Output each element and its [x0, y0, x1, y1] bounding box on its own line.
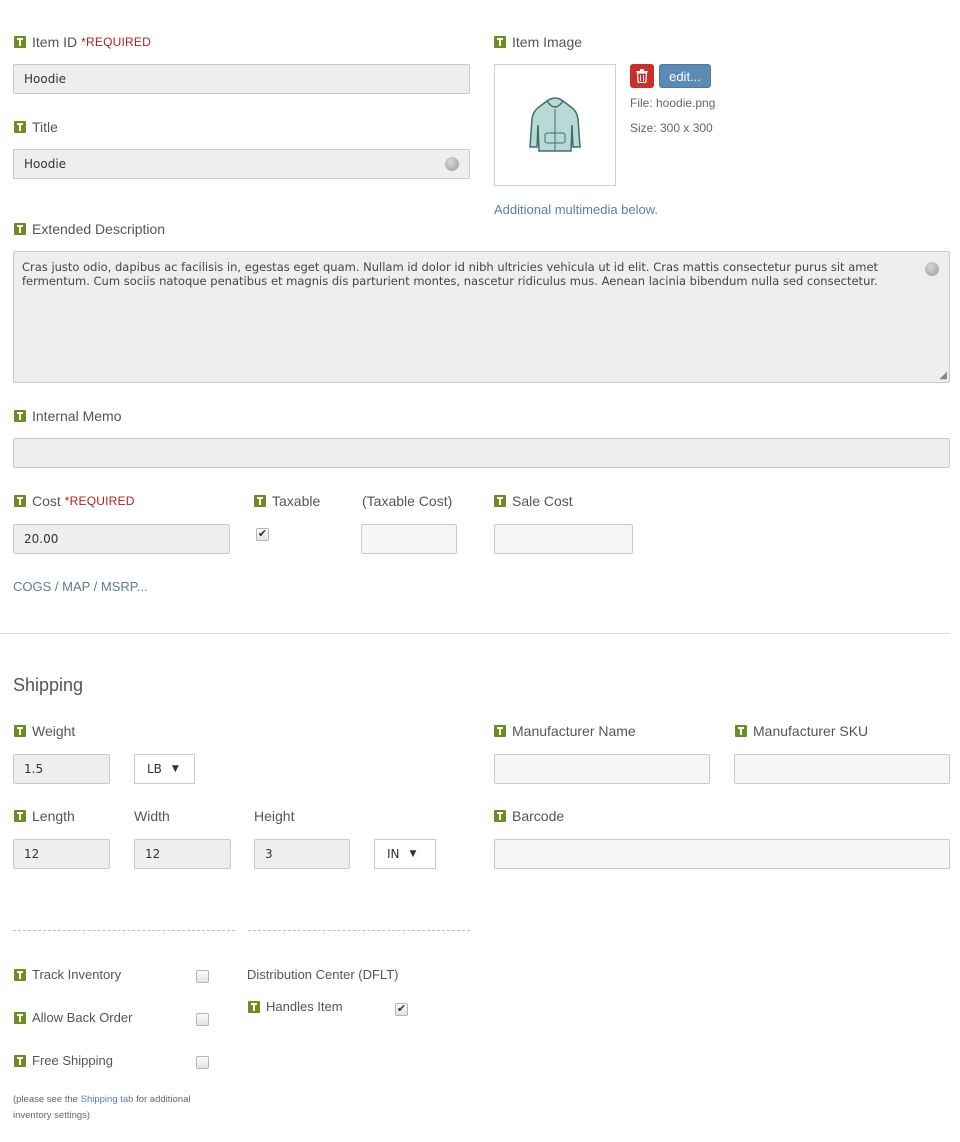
weight-unit-select[interactable]: LB ▼: [134, 754, 195, 784]
info-icon[interactable]: [14, 36, 26, 48]
internal-memo-label: Internal Memo: [14, 408, 121, 424]
length-input[interactable]: 12: [13, 839, 110, 869]
info-icon[interactable]: [494, 725, 506, 737]
info-icon[interactable]: [248, 1000, 260, 1013]
cost-label: Cost *REQUIRED: [14, 493, 135, 509]
image-file-name: File: hoodie.png: [630, 96, 716, 110]
image-size: Size: 300 x 300: [630, 121, 713, 135]
handles-item-checkbox[interactable]: ✔: [395, 1003, 408, 1016]
manufacturer-sku-input[interactable]: [734, 754, 950, 784]
taxable-cost-label: (Taxable Cost): [362, 493, 453, 509]
resize-handle-icon[interactable]: ◢: [939, 370, 947, 381]
sale-cost-input[interactable]: [494, 524, 633, 554]
length-label: Length: [14, 808, 75, 824]
section-divider: [0, 633, 950, 634]
cost-input[interactable]: 20.00: [13, 524, 230, 554]
translate-globe-icon[interactable]: [445, 157, 459, 171]
translate-globe-icon[interactable]: [925, 262, 939, 276]
taxable-cost-input[interactable]: [361, 524, 457, 554]
item-id-input[interactable]: Hoodie: [13, 64, 470, 94]
barcode-input[interactable]: [494, 839, 950, 869]
title-label: Title: [14, 119, 58, 135]
cogs-map-msrp-link[interactable]: COGS / MAP / MSRP...: [13, 579, 148, 594]
manufacturer-name-input[interactable]: [494, 754, 710, 784]
info-icon[interactable]: [735, 725, 747, 737]
info-icon[interactable]: [14, 495, 26, 507]
dropdown-arrow-icon: ▼: [171, 764, 179, 774]
extended-description-textarea[interactable]: Cras justo odio, dapibus ac facilisis in…: [13, 251, 950, 383]
manufacturer-name-label: Manufacturer Name: [494, 723, 636, 739]
internal-memo-input[interactable]: [13, 438, 950, 468]
info-icon[interactable]: [494, 810, 506, 822]
info-icon[interactable]: [14, 121, 26, 133]
free-shipping-label: Free Shipping: [14, 1053, 113, 1068]
sale-cost-label: Sale Cost: [494, 493, 573, 509]
required-marker: *REQUIRED: [64, 494, 135, 508]
handles-item-label: Handles Item: [248, 999, 343, 1014]
height-label: Height: [254, 808, 295, 824]
dashed-divider: [13, 930, 235, 931]
weight-label: Weight: [14, 723, 75, 739]
dropdown-arrow-icon: ▼: [409, 849, 417, 859]
inventory-settings-note: (please see the Shipping tab for additio…: [13, 1094, 191, 1121]
distribution-center-label: Distribution Center (DFLT): [247, 967, 399, 982]
track-inventory-label: Track Inventory: [14, 967, 121, 982]
info-icon[interactable]: [254, 495, 266, 507]
width-label: Width: [134, 808, 170, 824]
dashed-divider: [248, 930, 470, 931]
allow-back-order-checkbox[interactable]: [196, 1013, 209, 1026]
info-icon[interactable]: [14, 968, 26, 981]
free-shipping-checkbox[interactable]: [196, 1056, 209, 1069]
height-input[interactable]: 3: [254, 839, 350, 869]
taxable-label: Taxable: [254, 493, 320, 509]
additional-multimedia-link[interactable]: Additional multimedia below.: [494, 202, 658, 217]
title-input[interactable]: Hoodie: [13, 149, 470, 179]
info-icon[interactable]: [494, 495, 506, 507]
edit-image-button[interactable]: edit...: [659, 64, 711, 88]
weight-input[interactable]: 1.5: [13, 754, 110, 784]
required-marker: *REQUIRED: [81, 35, 151, 49]
info-icon[interactable]: [14, 223, 26, 235]
shipping-tab-link[interactable]: Shipping tab: [81, 1094, 134, 1105]
info-icon[interactable]: [14, 1054, 26, 1067]
barcode-label: Barcode: [494, 808, 564, 824]
trash-icon: [636, 69, 648, 83]
hoodie-image: [529, 97, 581, 152]
info-icon[interactable]: [494, 36, 506, 48]
item-image-preview[interactable]: [494, 64, 616, 186]
item-image-label: Item Image: [494, 34, 582, 50]
info-icon[interactable]: [14, 1011, 26, 1024]
info-icon[interactable]: [14, 725, 26, 737]
shipping-heading: Shipping: [13, 675, 84, 695]
extended-description-label: Extended Description: [14, 221, 165, 237]
info-icon[interactable]: [14, 810, 26, 822]
taxable-checkbox[interactable]: ✔: [256, 528, 269, 541]
item-id-label: Item ID *REQUIRED: [14, 34, 151, 50]
allow-back-order-label: Allow Back Order: [14, 1010, 132, 1025]
width-input[interactable]: 12: [134, 839, 231, 869]
track-inventory-checkbox[interactable]: [196, 970, 209, 983]
dimension-unit-select[interactable]: IN ▼: [374, 839, 436, 869]
delete-image-button[interactable]: [630, 64, 654, 88]
info-icon[interactable]: [14, 410, 26, 422]
manufacturer-sku-label: Manufacturer SKU: [735, 723, 868, 739]
